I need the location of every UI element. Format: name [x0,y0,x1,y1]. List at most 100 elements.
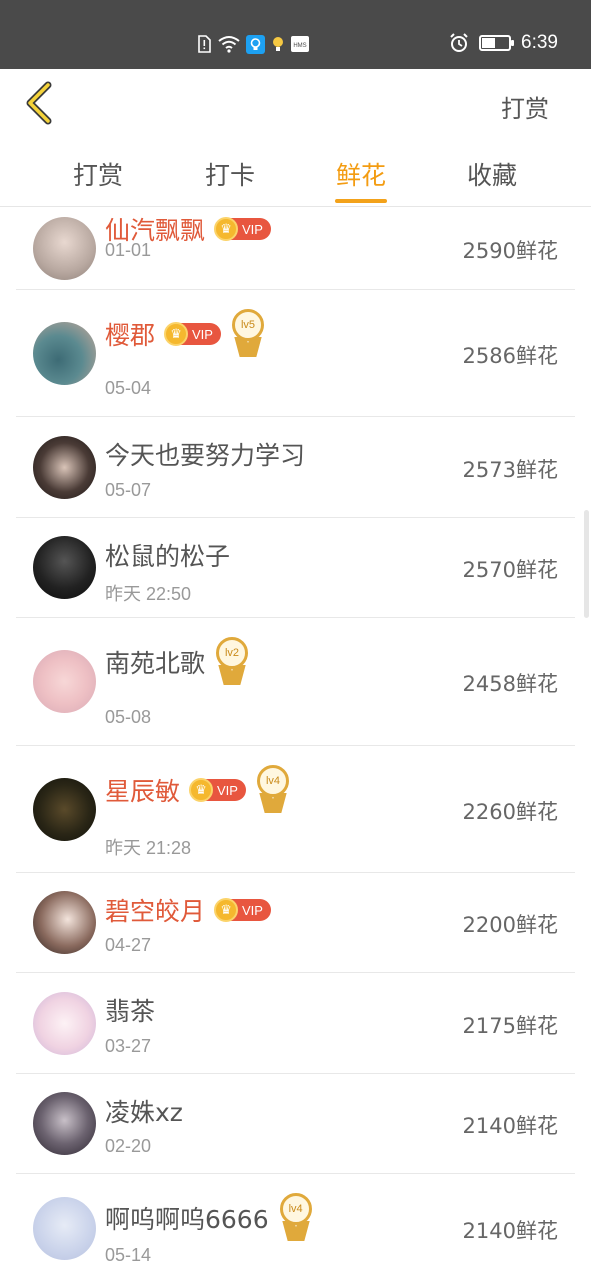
list-item[interactable]: 翡茶 03-27 2175鲜花 [16,973,575,1074]
list-item[interactable]: 今天也要努力学习 05-07 2573鲜花 [16,417,575,518]
list-item[interactable]: 凌姝xz 02-20 2140鲜花 [16,1074,575,1174]
level-label: lv2 [216,637,249,669]
list-item[interactable]: 星辰敏 ♛ VIP lv4 昨天 21:28 2260鲜花 [16,746,575,873]
flower-amount: 2586鲜花 [462,344,558,368]
timestamp: 昨天 21:28 [105,838,192,858]
flower-ranking-list: 仙汽飘飘 ♛ VIP 01-01 2590鲜花 樱郡 ♛ VIP lv5 05-04 2586鲜花今… [0,208,591,1280]
battery-icon [479,35,515,51]
timestamp: 04-27 [105,935,152,955]
level-label: lv4 [279,1193,312,1225]
status-time: 6:39 [521,32,558,53]
user-name[interactable]: 今天也要努力学习 [105,436,305,472]
avatar[interactable] [33,1092,96,1155]
name-line: 啊呜啊呜6666 lv4 [105,1193,313,1243]
app-notification-icon [246,34,265,54]
name-line: 樱郡 ♛ VIP lv5 [105,309,265,359]
timestamp: 05-08 [105,707,152,727]
level-medal-icon: lv4 [279,1193,313,1243]
avatar[interactable] [33,992,96,1055]
avatar[interactable] [33,650,96,713]
name-line: 星辰敏 ♛ VIP lv4 [105,765,290,815]
crown-icon: ♛ [214,898,239,922]
user-name[interactable]: 碧空皎月 [105,892,205,928]
svg-text:HMS: HMS [293,43,306,49]
flower-amount: 2140鲜花 [462,1114,558,1138]
reward-button[interactable]: 打赏 [501,89,549,124]
level-medal-icon: lv2 [215,637,249,687]
tab-favorites[interactable]: 收藏 [452,156,532,192]
avatar[interactable] [33,217,96,280]
timestamp: 01-01 [105,240,152,260]
flower-amount: 2590鲜花 [462,239,558,263]
list-item[interactable]: 碧空皎月 ♛ VIP 04-27 2200鲜花 [16,873,575,973]
avatar[interactable] [33,436,96,499]
list-item[interactable]: 仙汽飘飘 ♛ VIP 01-01 2590鲜花 [16,208,575,290]
level-label: lv5 [231,309,264,341]
list-item[interactable]: 松鼠的松子昨天 22:50 2570鲜花 [16,518,575,618]
avatar[interactable] [33,536,96,599]
flower-amount: 2573鲜花 [462,458,558,482]
avatar[interactable] [33,322,96,385]
name-line: 南苑北歌 lv2 [105,637,249,687]
tab-reward[interactable]: 打赏 [58,156,138,192]
hms-icon: HMS [291,36,309,52]
list-item[interactable]: 樱郡 ♛ VIP lv5 05-04 2586鲜花 [16,290,575,417]
timestamp: 05-07 [105,480,152,500]
flower-amount: 2260鲜花 [462,800,558,824]
vip-label: VIP [242,221,263,237]
flower-amount: 2175鲜花 [462,1014,558,1038]
name-line: 凌姝xz [105,1093,183,1129]
tab-flowers[interactable]: 鲜花 [321,156,401,192]
level-medal-icon: lv4 [256,765,290,815]
sim-alert-icon [198,35,211,53]
avatar[interactable] [33,778,96,841]
user-name[interactable]: 星辰敏 [105,772,180,808]
name-line: 松鼠的松子 [105,537,230,573]
avatar[interactable] [33,891,96,954]
crown-icon: ♛ [164,322,189,346]
level-label: lv4 [256,765,289,797]
avatar[interactable] [33,1197,96,1260]
vip-badge: ♛ VIP [214,217,271,241]
tab-bar: 打赏 打卡 鲜花 收藏 [0,139,591,207]
user-name[interactable]: 翡茶 [105,992,155,1028]
scrollbar[interactable] [584,510,589,618]
vip-label: VIP [217,782,238,798]
flower-amount: 2570鲜花 [462,558,558,582]
name-line: 今天也要努力学习 [105,436,305,472]
user-name[interactable]: 南苑北歌 [105,644,205,680]
timestamp: 昨天 22:50 [105,584,192,604]
vip-badge: ♛ VIP [214,898,271,922]
active-tab-indicator [335,199,387,203]
alarm-icon [450,33,468,52]
list-item[interactable]: 南苑北歌 lv2 05-08 2458鲜花 [16,618,575,746]
list-item[interactable]: 啊呜啊呜6666 lv4 05-14 2140鲜花 [16,1174,575,1280]
vip-label: VIP [242,902,263,918]
flower-amount: 2458鲜花 [462,672,558,696]
user-name[interactable]: 凌姝xz [105,1093,183,1129]
user-name[interactable]: 松鼠的松子 [105,537,230,573]
name-line: 翡茶 [105,992,155,1028]
crown-icon: ♛ [189,778,214,802]
timestamp: 05-14 [105,1245,152,1265]
status-icons: HMS [196,33,309,55]
flower-amount: 2200鲜花 [462,913,558,937]
tab-checkin[interactable]: 打卡 [190,156,270,192]
vip-badge: ♛ VIP [189,778,246,802]
status-right: 6:39 [449,31,558,55]
status-bar: HMS 6:39 [0,0,591,69]
timestamp: 03-27 [105,1036,152,1056]
bulb-icon [273,37,283,51]
vip-label: VIP [192,326,213,342]
chevron-left-icon[interactable] [20,81,60,125]
crown-icon: ♛ [214,217,239,241]
vip-badge: ♛ VIP [164,322,221,346]
header: 打赏 [0,69,591,139]
timestamp: 02-20 [105,1136,152,1156]
user-name[interactable]: 樱郡 [105,316,155,352]
wifi-icon [218,36,240,53]
user-name[interactable]: 啊呜啊呜6666 [105,1200,269,1236]
timestamp: 05-04 [105,378,152,398]
level-medal-icon: lv5 [231,309,265,359]
name-line: 碧空皎月 ♛ VIP [105,892,271,928]
